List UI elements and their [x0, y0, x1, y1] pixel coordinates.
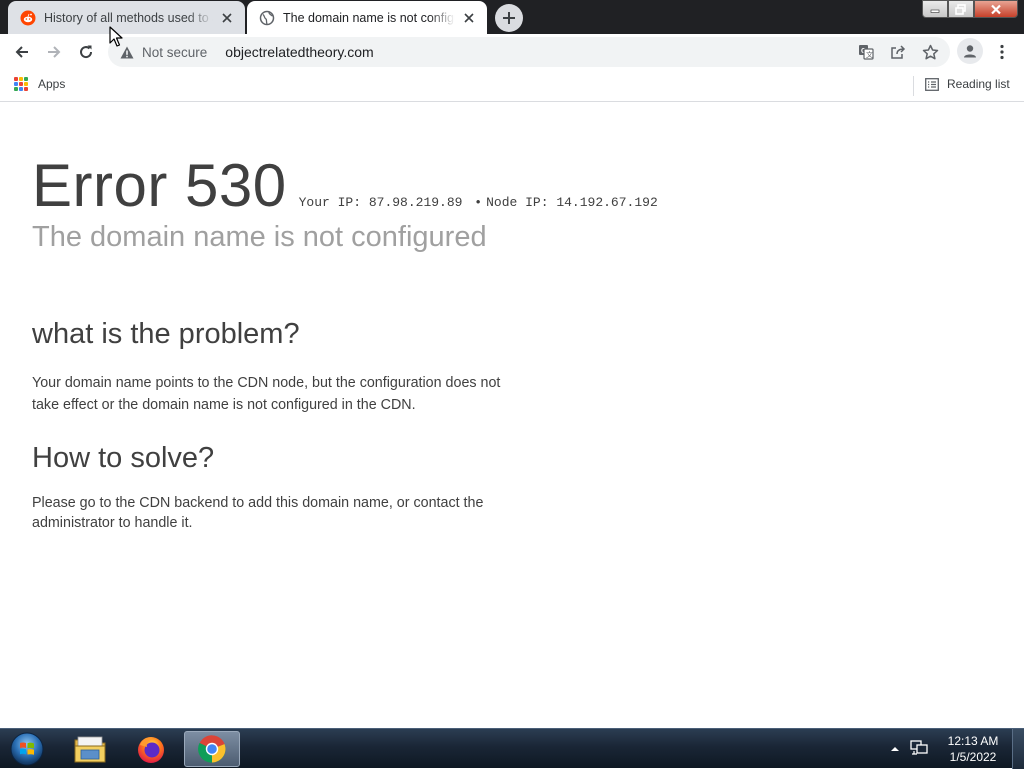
taskbar-file-explorer[interactable] — [62, 731, 118, 767]
reading-list-icon — [925, 77, 939, 91]
solve-heading: How to solve? — [32, 442, 215, 474]
node-ip-value: 14.192.67.192 — [556, 195, 658, 210]
new-tab-button[interactable] — [495, 4, 523, 32]
start-button[interactable] — [6, 731, 48, 767]
tab-title: History of all methods used to ar — [44, 10, 213, 25]
close-icon — [991, 4, 1001, 14]
address-bar[interactable]: Not secure objectrelatedtheory.com G文 — [108, 37, 950, 67]
problem-text: Your domain name points to the CDN node,… — [32, 375, 501, 413]
taskbar-clock[interactable]: 12:13 AM 1/5/2022 — [940, 733, 1006, 765]
tab-domain-not-configured[interactable]: The domain name is not configured — [247, 1, 487, 34]
reading-list-button[interactable]: Reading list — [925, 77, 1010, 91]
window-controls — [922, 0, 1018, 20]
profile-avatar-icon — [964, 45, 976, 58]
kebab-menu-icon — [1000, 44, 1004, 60]
restore-icon — [955, 3, 966, 15]
reload-button[interactable] — [72, 38, 100, 66]
close-tab-icon[interactable] — [461, 10, 477, 26]
reddit-icon — [20, 10, 36, 26]
clock-time: 12:13 AM — [947, 734, 999, 748]
tab-reddit-history[interactable]: History of all methods used to ar — [8, 1, 245, 34]
profile-button[interactable] — [957, 38, 983, 64]
bookmarks-bar: Apps Reading list — [0, 70, 1024, 102]
windows-taskbar: 12:13 AM 1/5/2022 — [0, 728, 1024, 769]
chrome-icon — [198, 735, 226, 763]
translate-icon[interactable]: G文 — [854, 40, 878, 64]
network-icon[interactable] — [910, 739, 928, 760]
tab-title: The domain name is not configured — [283, 10, 455, 25]
restore-button[interactable] — [948, 0, 974, 18]
share-icon[interactable] — [886, 40, 910, 64]
apps-grid-icon — [14, 77, 28, 91]
minimize-button[interactable] — [922, 0, 948, 18]
taskbar-chrome[interactable] — [184, 731, 240, 767]
your-ip-label: Your IP: — [298, 195, 362, 210]
error-code: Error 530 — [32, 152, 287, 219]
clock-date: 1/5/2022 — [949, 750, 997, 764]
minimize-icon — [930, 9, 940, 13]
mouse-cursor-icon — [109, 26, 123, 47]
globe-icon — [259, 10, 275, 26]
apps-bookmark[interactable]: Apps — [14, 77, 65, 91]
file-explorer-icon — [74, 736, 106, 763]
solve-text: Please go to the CDN backend to add this… — [32, 495, 484, 531]
svg-text:文: 文 — [866, 50, 873, 59]
firefox-icon — [138, 737, 164, 763]
system-tray — [890, 729, 928, 769]
ip-separator: • — [474, 195, 483, 210]
close-window-button[interactable] — [974, 0, 1018, 18]
apps-label: Apps — [38, 77, 66, 91]
show-hidden-icons-button[interactable] — [890, 745, 900, 753]
url-text[interactable]: objectrelatedtheory.com — [225, 44, 373, 60]
problem-heading: what is the problem? — [32, 318, 300, 350]
browser-menu-button[interactable] — [992, 40, 1012, 64]
your-ip-value: 87.98.219.89 — [368, 195, 463, 210]
browser-toolbar: Not secure objectrelatedtheory.com G文 — [0, 34, 1024, 70]
taskbar-firefox[interactable] — [123, 731, 179, 767]
back-button[interactable] — [8, 38, 36, 66]
page-content: Error 530 Your IP: 87.98.219.89 • Node IP… — [0, 103, 1024, 728]
security-label: Not secure — [142, 44, 208, 60]
security-chip[interactable]: Not secure — [112, 40, 217, 64]
reading-list-label: Reading list — [947, 77, 1010, 91]
node-ip-label: Node IP: — [486, 195, 549, 210]
bookmark-star-icon[interactable] — [918, 40, 942, 64]
reload-icon — [80, 45, 93, 59]
close-tab-icon[interactable] — [219, 10, 235, 26]
back-arrow-icon — [15, 46, 28, 58]
ip-info: Your IP: 87.98.219.89 • Node IP: 14.192.6… — [299, 195, 658, 210]
forward-button[interactable] — [40, 38, 68, 66]
tab-strip: History of all methods used to ar The do… — [0, 0, 1024, 34]
error-subtitle: The domain name is not configured — [32, 221, 487, 253]
plus-icon — [503, 12, 515, 24]
error-header: Error 530 Your IP: 87.98.219.89 • Node IP… — [32, 151, 658, 220]
chevron-up-icon — [891, 747, 899, 751]
forward-arrow-icon — [48, 46, 61, 58]
windows-start-orb-icon — [10, 732, 44, 766]
show-desktop-button[interactable] — [1012, 729, 1024, 769]
bookmarks-divider — [913, 76, 914, 96]
